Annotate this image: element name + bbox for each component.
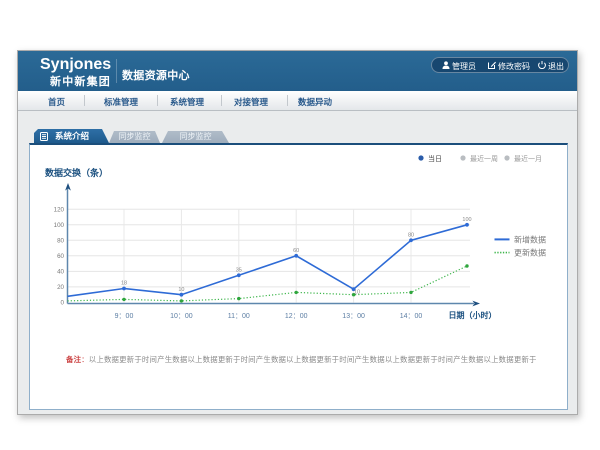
svg-text:10: 10: [354, 290, 360, 296]
svg-text:新增数据: 新增数据: [514, 234, 546, 244]
svg-text:18: 18: [121, 281, 127, 287]
svg-text:35: 35: [236, 267, 242, 273]
svg-text:20: 20: [57, 284, 64, 291]
svg-text:40: 40: [57, 269, 64, 276]
svg-text:更新数据: 更新数据: [514, 248, 546, 258]
svg-text:日期（小时）: 日期（小时）: [449, 310, 497, 320]
svg-text:100: 100: [54, 222, 65, 229]
svg-text:80: 80: [408, 232, 414, 238]
svg-text:最近一月: 最近一月: [514, 154, 542, 163]
svg-text:10: 10: [178, 287, 184, 293]
svg-text:备注：以上数据更新于时间产生数据以上数据更新于时间产生数据以: 备注：以上数据更新于时间产生数据以上数据更新于时间产生数据以上数据更新于时间产生…: [65, 355, 537, 364]
svg-text:9：00: 9：00: [115, 313, 134, 320]
svg-text:12：00: 12：00: [285, 313, 308, 320]
svg-text:10：00: 10：00: [170, 313, 193, 320]
svg-text:最近一周: 最近一周: [470, 154, 498, 163]
svg-text:60: 60: [57, 253, 64, 260]
svg-text:14：00: 14：00: [400, 313, 423, 320]
svg-text:11：00: 11：00: [228, 313, 250, 320]
svg-text:数据交换（条）: 数据交换（条）: [45, 167, 108, 178]
svg-text:120: 120: [54, 207, 65, 214]
svg-text:13：00: 13：00: [342, 313, 365, 320]
svg-text:当日: 当日: [428, 154, 442, 163]
svg-text:60: 60: [293, 248, 299, 254]
svg-text:0: 0: [61, 300, 65, 307]
svg-text:100: 100: [462, 217, 471, 223]
svg-text:80: 80: [57, 238, 64, 245]
